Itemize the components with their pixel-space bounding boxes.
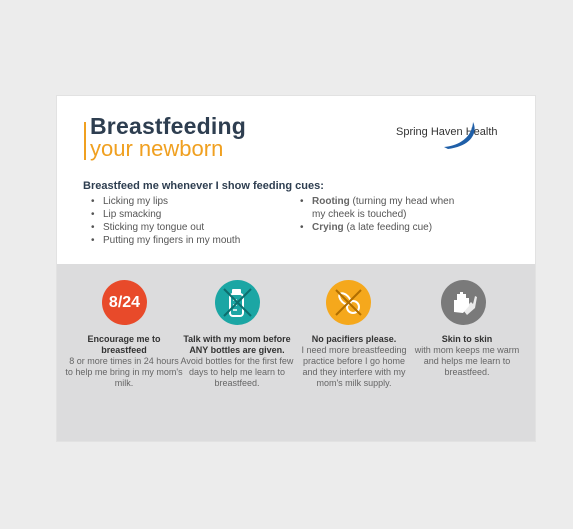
title-line2: your newborn xyxy=(90,136,224,161)
brand-swoosh-icon xyxy=(444,122,475,149)
accent-bar xyxy=(84,122,86,160)
list-item: Licking my lips xyxy=(91,195,291,208)
list-item: Rooting (turning my head when my cheek i… xyxy=(300,195,500,221)
list-item: Putting my fingers in my mouth xyxy=(91,234,291,247)
cues-list-right: Rooting (turning my head when my cheek i… xyxy=(300,195,500,234)
no-pacifier-icon xyxy=(326,280,371,325)
cue-bold: Crying xyxy=(312,222,344,233)
cue-rest: (a late feeding cue) xyxy=(343,222,433,233)
tip-body: with mom keeps me warm and helps me lear… xyxy=(414,345,520,377)
tip-bold: Talk with my mom before ANY bottles are … xyxy=(183,334,291,355)
tip-bold: Encourage me to breastfeed xyxy=(87,334,161,355)
cue-rest-line2: my cheek is touched) xyxy=(312,209,407,220)
tip-text: Encourage me to breastfeed 8 or more tim… xyxy=(65,334,183,389)
tips-section: 8/24 Encourage me to breastfeed 8 or mor… xyxy=(57,264,535,441)
badge-text: 8/24 xyxy=(108,294,141,311)
header-section: Breastfeeding your newborn Spring Haven … xyxy=(57,96,535,264)
tip-text: Skin to skin with mom keeps me warm and … xyxy=(408,334,526,378)
tip-bold: No pacifiers please. xyxy=(311,334,397,344)
tip-body: I need more breastfeeding practice befor… xyxy=(301,345,407,388)
no-bottle-icon xyxy=(215,280,260,325)
cues-heading: Breastfeed me whenever I show feeding cu… xyxy=(83,180,324,192)
list-item: Sticking my tongue out xyxy=(91,221,291,234)
list-item: Crying (a late feeding cue) xyxy=(300,221,500,234)
hands-icon xyxy=(441,280,486,325)
tip-text: No pacifiers please. I need more breastf… xyxy=(295,334,413,389)
tip-bold: Skin to skin xyxy=(441,334,493,344)
list-item: Lip smacking xyxy=(91,208,291,221)
tip-body: Avoid bottles for the first few days to … xyxy=(180,356,294,388)
calendar-8-24-icon: 8/24 xyxy=(102,280,147,325)
info-card: Breastfeeding your newborn Spring Haven … xyxy=(57,96,535,441)
cues-list-left: Licking my lips Lip smacking Sticking my… xyxy=(91,195,291,247)
cue-bold: Rooting xyxy=(312,196,350,207)
cue-rest: (turning my head when xyxy=(349,196,455,207)
tip-body: 8 or more times in 24 hours to help me b… xyxy=(65,356,183,388)
tip-text: Talk with my mom before ANY bottles are … xyxy=(178,334,296,389)
